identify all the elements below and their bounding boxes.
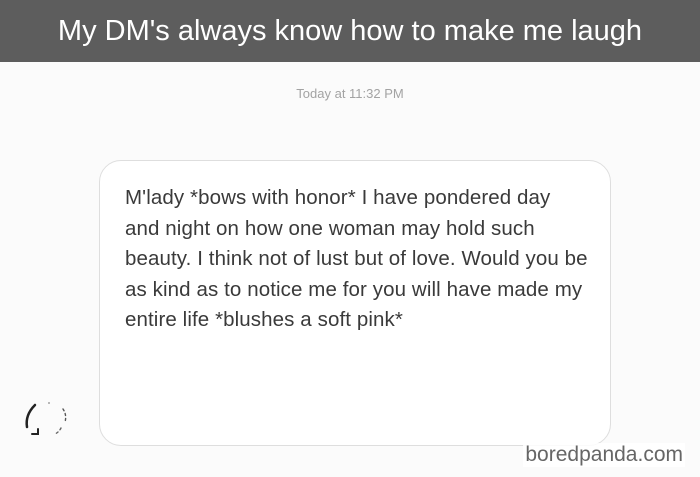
message-timestamp: Today at 11:32 PM (296, 86, 404, 101)
caption-title: My DM's always know how to make me laugh (0, 0, 700, 62)
watermark: boredpanda.com (523, 443, 685, 467)
message-bubble[interactable]: M'lady *bows with honor* I have pondered… (99, 160, 611, 446)
avatar-placeholder-icon (25, 402, 67, 435)
dm-conversation: Today at 11:32 PM M'lady *bows with hono… (0, 62, 700, 477)
avatar-icon[interactable] (19, 393, 71, 445)
message-text: M'lady *bows with honor* I have pondered… (125, 186, 588, 331)
